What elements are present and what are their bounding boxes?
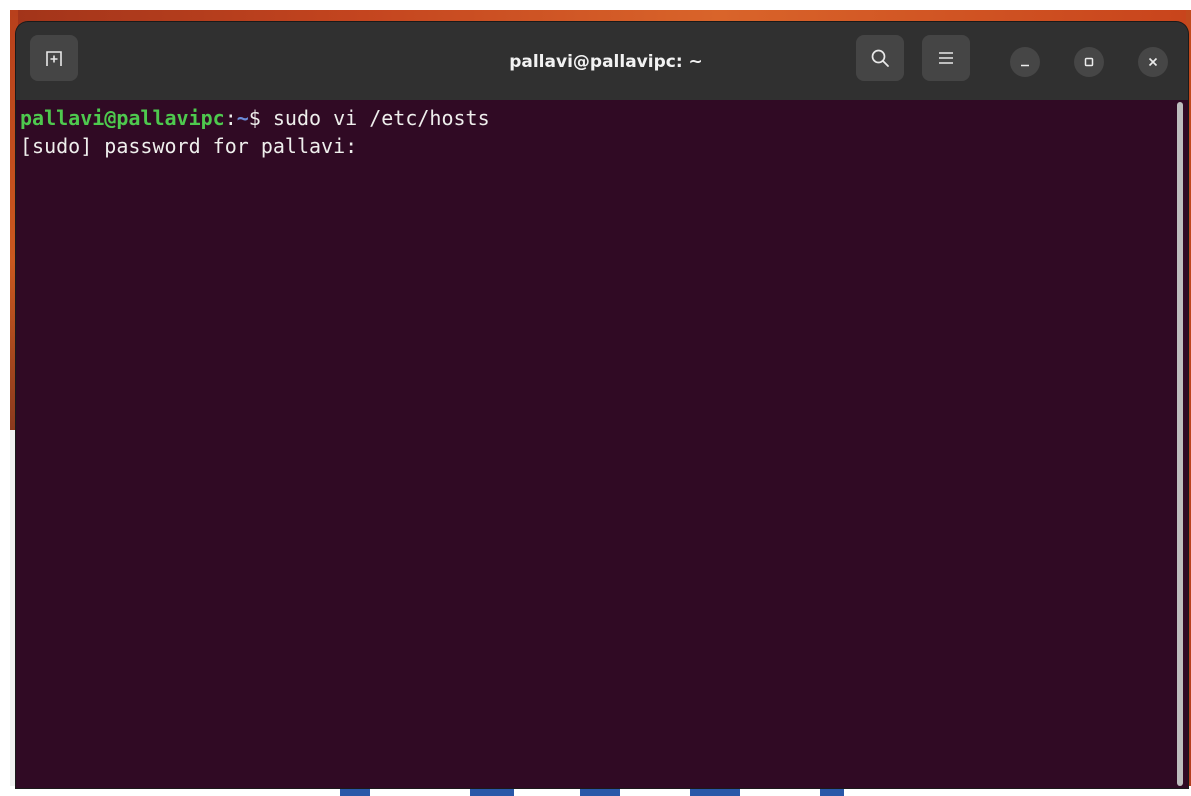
new-tab-button[interactable] bbox=[30, 35, 78, 81]
new-tab-icon bbox=[45, 49, 63, 67]
prompt-symbol: $ bbox=[248, 106, 261, 130]
search-button[interactable] bbox=[856, 35, 904, 81]
headerbar[interactable]: pallavi@pallavipc: ~ bbox=[16, 22, 1188, 100]
terminal-scrollbar[interactable] bbox=[1176, 100, 1184, 788]
maximize-icon bbox=[1083, 56, 1095, 68]
prompt-path: ~ bbox=[236, 106, 249, 130]
hamburger-menu-icon bbox=[937, 50, 955, 66]
desktop-wallpaper-shape bbox=[580, 788, 620, 796]
terminal-output[interactable]: pallavi@pallavipc:~$ sudo vi /etc/hosts … bbox=[16, 100, 1188, 788]
desktop-wallpaper-shape bbox=[340, 788, 370, 796]
minimize-icon bbox=[1019, 56, 1031, 68]
terminal-command: sudo vi /etc/hosts bbox=[260, 106, 490, 130]
maximize-button[interactable] bbox=[1074, 47, 1104, 77]
terminal-line-password-prompt: [sudo] password for pallavi: bbox=[20, 134, 358, 158]
terminal-line-command: pallavi@pallavipc:~$ sudo vi /etc/hosts bbox=[20, 104, 490, 132]
terminal-window[interactable]: pallavi@pallavipc: ~ pallavi@pallavipc:~… bbox=[16, 22, 1188, 788]
desktop-wallpaper-shape bbox=[470, 788, 514, 796]
desktop-wallpaper-shape bbox=[690, 788, 740, 796]
scrollbar-thumb[interactable] bbox=[1177, 102, 1183, 786]
close-button[interactable] bbox=[1138, 47, 1168, 77]
menu-button[interactable] bbox=[922, 35, 970, 81]
search-icon bbox=[870, 48, 890, 68]
close-icon bbox=[1147, 56, 1159, 68]
prompt-separator: : bbox=[224, 106, 237, 130]
prompt-user-host: pallavi@pallavipc bbox=[20, 106, 225, 130]
desktop-wallpaper-shape bbox=[820, 788, 844, 796]
minimize-button[interactable] bbox=[1010, 47, 1040, 77]
window-title: pallavi@pallavipc: ~ bbox=[509, 52, 703, 72]
